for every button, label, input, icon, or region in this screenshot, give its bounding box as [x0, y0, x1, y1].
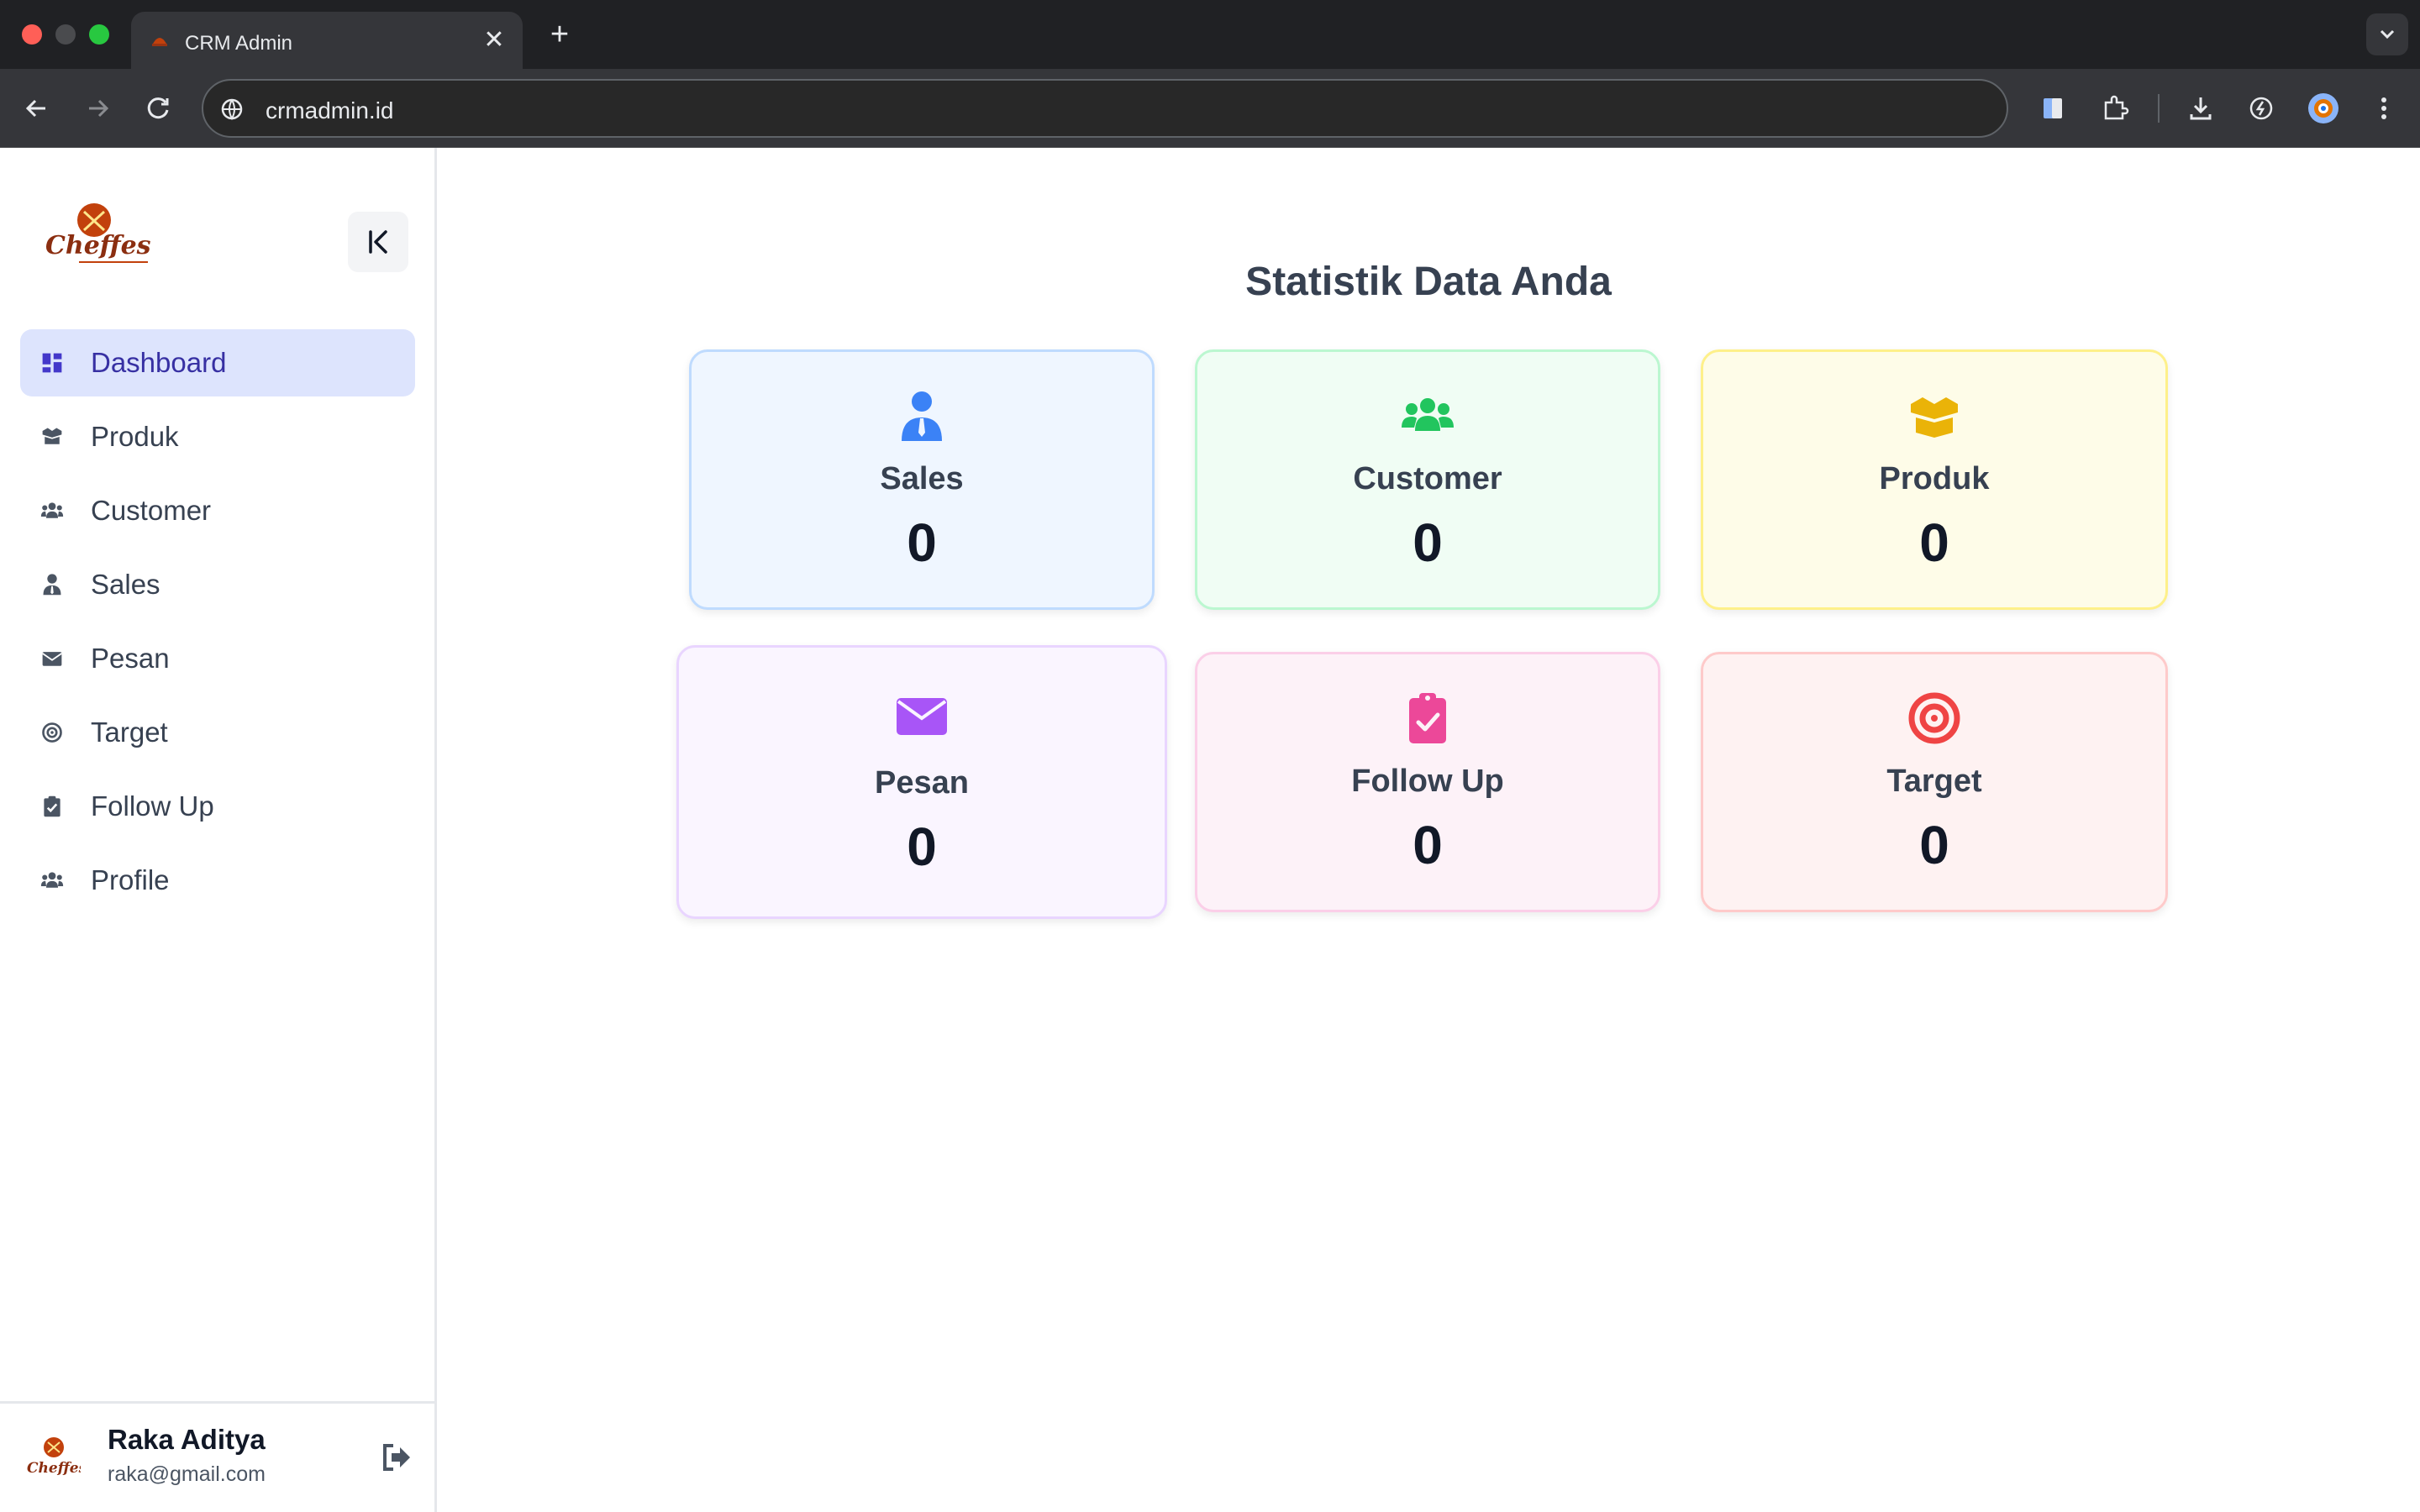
target-icon [39, 719, 66, 746]
sidebar: Cheffest Dashboard Produk Customer Sales… [0, 148, 437, 1512]
performance-icon[interactable] [2244, 91, 2279, 126]
tab-search-button[interactable] [2366, 13, 2408, 55]
sidebar-item-label: Dashboard [91, 347, 227, 378]
dashboard-icon [39, 349, 66, 376]
minimize-window-button[interactable] [55, 24, 76, 45]
user-email: raka@gmail.com [108, 1462, 266, 1486]
toolbar-divider [2158, 94, 2160, 123]
box-icon [39, 423, 66, 450]
tab-close-icon[interactable]: ✕ [481, 27, 508, 54]
reading-mode-icon[interactable] [2035, 91, 2070, 126]
stat-label: Target [1886, 764, 1982, 799]
sidebar-item-label: Profile [91, 864, 170, 895]
download-icon[interactable] [2183, 91, 2218, 126]
users-icon [39, 497, 66, 524]
stat-value: 0 [1919, 512, 1949, 573]
stat-card-target[interactable]: Target 0 [1701, 652, 2168, 912]
user-name: Raka Aditya [108, 1424, 266, 1455]
page-title: Statistik Data Anda [1245, 260, 1612, 304]
browser-tab[interactable]: CRM Admin ✕ [131, 12, 523, 69]
stat-card-sales[interactable]: Sales 0 [689, 349, 1155, 610]
stat-value: 0 [907, 816, 937, 877]
new-tab-button[interactable]: + [541, 17, 578, 54]
chevron-down-icon [2380, 29, 2395, 39]
sidebar-item-dashboard[interactable]: Dashboard [20, 329, 415, 396]
sidebar-item-label: Follow Up [91, 790, 214, 822]
site-info-icon[interactable] [218, 96, 245, 123]
sidebar-item-pesan[interactable]: Pesan [20, 625, 415, 692]
sidebar-item-produk[interactable]: Produk [20, 403, 415, 470]
stat-card-follow-up[interactable]: Follow Up 0 [1195, 652, 1660, 912]
stat-card-produk[interactable]: Produk 0 [1701, 349, 2168, 610]
stat-card-pesan[interactable]: Pesan 0 [676, 645, 1167, 919]
users-icon [1402, 398, 1454, 431]
logout-icon[interactable] [378, 1439, 415, 1476]
sidebar-item-customer[interactable]: Customer [20, 477, 415, 544]
target-icon [1908, 692, 1960, 744]
sidebar-item-label: Produk [91, 421, 179, 452]
clipboard-check-icon [39, 793, 66, 820]
sidebar-item-label: Customer [91, 495, 212, 526]
browser-tabbar: CRM Admin ✕ + [0, 0, 2420, 69]
stat-value: 0 [907, 512, 937, 573]
clipboard-check-icon [1409, 693, 1446, 743]
stat-label: Produk [1879, 461, 1990, 496]
collapse-sidebar-button[interactable] [348, 212, 408, 272]
maximize-window-button[interactable] [89, 24, 109, 45]
extensions-icon[interactable] [2097, 91, 2133, 126]
envelope-icon [39, 645, 66, 672]
svg-text:Cheffest: Cheffest [45, 231, 151, 260]
user-tie-icon [902, 391, 942, 441]
sidebar-menu: Dashboard Produk Customer Sales Pesan Ta… [20, 329, 415, 921]
stat-label: Customer [1353, 461, 1502, 496]
stat-value: 0 [1919, 815, 1949, 875]
svg-text:Cheffest: Cheffest [27, 1460, 81, 1477]
stat-label: Pesan [875, 765, 969, 801]
box-open-icon [1911, 397, 1958, 438]
address-bar[interactable]: crmadmin.id [202, 79, 2008, 138]
users-icon [39, 867, 66, 894]
stat-card-customer[interactable]: Customer 0 [1195, 349, 1660, 610]
close-window-button[interactable] [22, 24, 42, 45]
user-tie-icon [39, 571, 66, 598]
back-icon[interactable] [17, 88, 57, 129]
sidebar-item-label: Sales [91, 569, 160, 600]
favicon-icon [152, 38, 167, 46]
stat-value: 0 [1413, 512, 1443, 573]
reload-icon[interactable] [138, 88, 178, 129]
sidebar-item-target[interactable]: Target [20, 699, 415, 766]
sidebar-item-label: Pesan [91, 643, 170, 674]
more-menu-icon[interactable] [2366, 91, 2402, 126]
browser-toolbar: crmadmin.id [0, 69, 2420, 148]
sidebar-item-sales[interactable]: Sales [20, 551, 415, 618]
stat-value: 0 [1413, 815, 1443, 875]
stat-label: Follow Up [1351, 764, 1504, 799]
avatar: Cheffest [27, 1437, 81, 1477]
url-text: crmadmin.id [266, 97, 394, 123]
cheffest-logo[interactable]: Cheffest [42, 202, 151, 269]
sidebar-item-profile[interactable]: Profile [20, 847, 415, 914]
profile-avatar-icon[interactable] [2306, 91, 2341, 126]
collapse-icon [369, 230, 387, 254]
main-content: Statistik Data Anda Sales 0 Customer 0 P… [437, 148, 2420, 1512]
sidebar-item-follow-up[interactable]: Follow Up [20, 773, 415, 840]
envelope-icon [897, 698, 947, 735]
user-panel: Cheffest Raka Aditya raka@gmail.com [0, 1401, 434, 1512]
sidebar-item-label: Target [91, 717, 168, 748]
stat-label: Sales [880, 461, 964, 496]
forward-icon[interactable] [77, 88, 118, 129]
tab-title: CRM Admin [185, 32, 293, 55]
